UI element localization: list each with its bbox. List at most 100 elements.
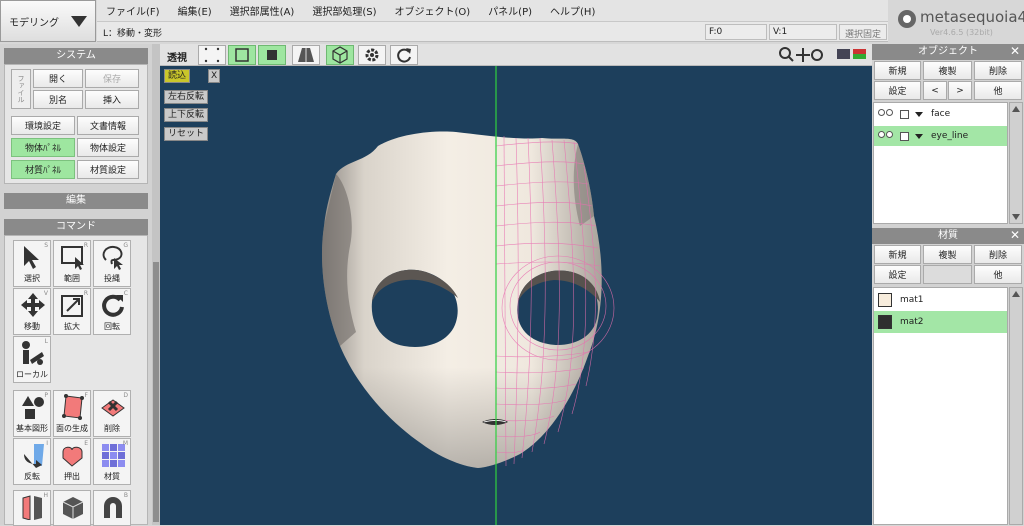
menu-edit[interactable]: 編集(E) <box>169 3 221 18</box>
lock-checkbox[interactable] <box>900 131 909 141</box>
new-material-button[interactable]: 新規 <box>874 245 921 264</box>
left-panel: システム ファイル 開く 保存 別名 挿入 環境設定 文書情報 物体ﾊﾟﾈﾙ 物… <box>0 44 152 526</box>
gear-icon <box>365 48 379 62</box>
material-other-button[interactable]: 他 <box>974 265 1022 284</box>
expand-icon[interactable] <box>915 133 923 139</box>
wire-cube-icon <box>332 46 348 64</box>
menu-selection-attr[interactable]: 選択部属性(A) <box>221 3 304 18</box>
selection-lock-button[interactable]: 選択固定 <box>839 24 887 40</box>
object-other-button[interactable]: 他 <box>974 81 1022 100</box>
edit-panel-title[interactable]: 編集 <box>4 193 148 209</box>
delete-material-button[interactable]: 削除 <box>974 245 1022 264</box>
new-object-button[interactable]: 新規 <box>874 61 921 80</box>
3d-viewport[interactable]: 読込 X 左右反転 上下反転 リセット <box>160 66 872 525</box>
close-icon[interactable]: ✕ <box>1010 227 1020 243</box>
lasso-tool[interactable]: G 投縄 <box>93 240 131 287</box>
delete-icon <box>101 399 125 417</box>
visibility-icon[interactable] <box>878 109 894 119</box>
rect-select-icon <box>61 246 84 270</box>
material-name: mat2 <box>900 317 924 327</box>
logo-icon <box>898 10 916 28</box>
lasso-icon <box>102 245 123 270</box>
vertex-mode-button[interactable] <box>198 45 226 65</box>
delete-tool[interactable]: D 削除 <box>93 390 131 437</box>
knife-tool[interactable]: H <box>13 490 51 526</box>
scale-tool[interactable]: R 拡大 <box>53 288 91 335</box>
view-label[interactable]: 透視 <box>167 49 187 64</box>
vertex-mode-icon <box>204 47 220 63</box>
magnet-tool[interactable]: B <box>93 490 131 526</box>
object-list-scrollbar[interactable] <box>1009 102 1023 224</box>
rotate-tool[interactable]: C 回転 <box>93 288 131 335</box>
object-settings-button[interactable]: 物体設定 <box>77 138 139 157</box>
screen-layout-icon[interactable] <box>836 48 868 62</box>
vertex-count: V:1 <box>769 24 837 40</box>
object-panel-toggle[interactable]: 物体ﾊﾟﾈﾙ <box>11 138 75 157</box>
menu-panel[interactable]: パネル(P) <box>479 3 541 18</box>
zoom-pan-icon[interactable] <box>778 46 824 64</box>
primitive-tool[interactable]: P 基本図形 <box>13 390 51 437</box>
object-settings-button[interactable]: 設定 <box>874 81 921 100</box>
env-settings-button[interactable]: 環境設定 <box>11 116 75 135</box>
material-list-scrollbar[interactable] <box>1009 287 1023 525</box>
expand-icon[interactable] <box>915 111 923 117</box>
material-settings-button[interactable]: 材質設定 <box>77 160 139 179</box>
visibility-icon[interactable] <box>878 131 894 141</box>
material-name: mat1 <box>900 295 924 305</box>
object-row-eye-line[interactable]: eye_line <box>874 126 1007 146</box>
knife-icon <box>22 495 42 520</box>
material-panel-toggle[interactable]: 材質ﾊﾟﾈﾙ <box>11 160 75 179</box>
material-tool[interactable]: M 材質 <box>93 438 131 485</box>
move-tool[interactable]: V 移動 <box>13 288 51 335</box>
prev-object-button[interactable]: < <box>923 81 947 100</box>
lock-checkbox[interactable] <box>900 109 909 119</box>
material-settings-button[interactable]: 設定 <box>874 265 921 284</box>
refresh-button[interactable] <box>390 45 418 65</box>
box-tool[interactable] <box>53 490 91 526</box>
menu-file[interactable]: ファイル(F) <box>97 3 169 18</box>
open-button[interactable]: 開く <box>33 69 83 88</box>
menu-selection-process[interactable]: 選択部処理(S) <box>303 3 385 18</box>
face-mask-model[interactable] <box>160 66 872 525</box>
doc-info-button[interactable]: 文書情報 <box>77 116 139 135</box>
object-panel-title: オブジェクト ✕ <box>872 44 1024 60</box>
insert-button[interactable]: 挿入 <box>85 90 139 109</box>
settings-button[interactable] <box>358 45 386 65</box>
face-count: F:0 <box>705 24 767 40</box>
scroll-up-icon[interactable] <box>1012 291 1020 297</box>
object-row-face[interactable]: face <box>874 104 1007 124</box>
mode-dropdown[interactable]: モデリング <box>0 0 96 42</box>
extrude-tool[interactable]: E 押出 <box>53 438 91 485</box>
logo-text: metasequoia4 <box>920 8 1024 26</box>
extrude-icon <box>62 446 83 467</box>
select-tool[interactable]: S 選択 <box>13 240 51 287</box>
close-icon[interactable]: ✕ <box>1010 43 1020 59</box>
delete-object-button[interactable]: 削除 <box>974 61 1022 80</box>
material-panel-title: 材質 ✕ <box>872 228 1024 244</box>
menu-object[interactable]: オブジェクト(O) <box>386 3 480 18</box>
save-button[interactable]: 保存 <box>85 69 139 88</box>
flip-icon <box>24 444 44 468</box>
copy-object-button[interactable]: 複製 <box>923 61 972 80</box>
make-face-tool[interactable]: F 面の生成 <box>53 390 91 437</box>
material-row-mat2[interactable]: mat2 <box>874 311 1007 333</box>
scroll-down-icon[interactable] <box>1012 214 1020 220</box>
status-text: L：移動・変形 <box>103 29 163 39</box>
copy-material-button[interactable]: 複製 <box>923 245 972 264</box>
wire-cube-button[interactable] <box>326 45 354 65</box>
symmetry-button[interactable] <box>292 45 320 65</box>
rect-select-tool[interactable]: R 範囲 <box>53 240 91 287</box>
next-object-button[interactable]: > <box>948 81 972 100</box>
arrow-cursor-icon <box>24 246 39 269</box>
material-row-mat1[interactable]: mat1 <box>874 289 1007 311</box>
scroll-up-icon[interactable] <box>1012 106 1020 112</box>
version-text: Ver4.6.5 (32bit) <box>930 28 993 37</box>
flip-tool[interactable]: I 反転 <box>13 438 51 485</box>
left-panel-scroll-thumb[interactable] <box>153 262 159 522</box>
save-as-button[interactable]: 別名 <box>33 90 83 109</box>
object-name: face <box>931 109 951 119</box>
local-tool[interactable]: L ローカル <box>13 336 51 383</box>
face-mode-button[interactable] <box>258 45 286 65</box>
menu-help[interactable]: ヘルプ(H) <box>541 3 604 18</box>
edge-mode-button[interactable] <box>228 45 256 65</box>
